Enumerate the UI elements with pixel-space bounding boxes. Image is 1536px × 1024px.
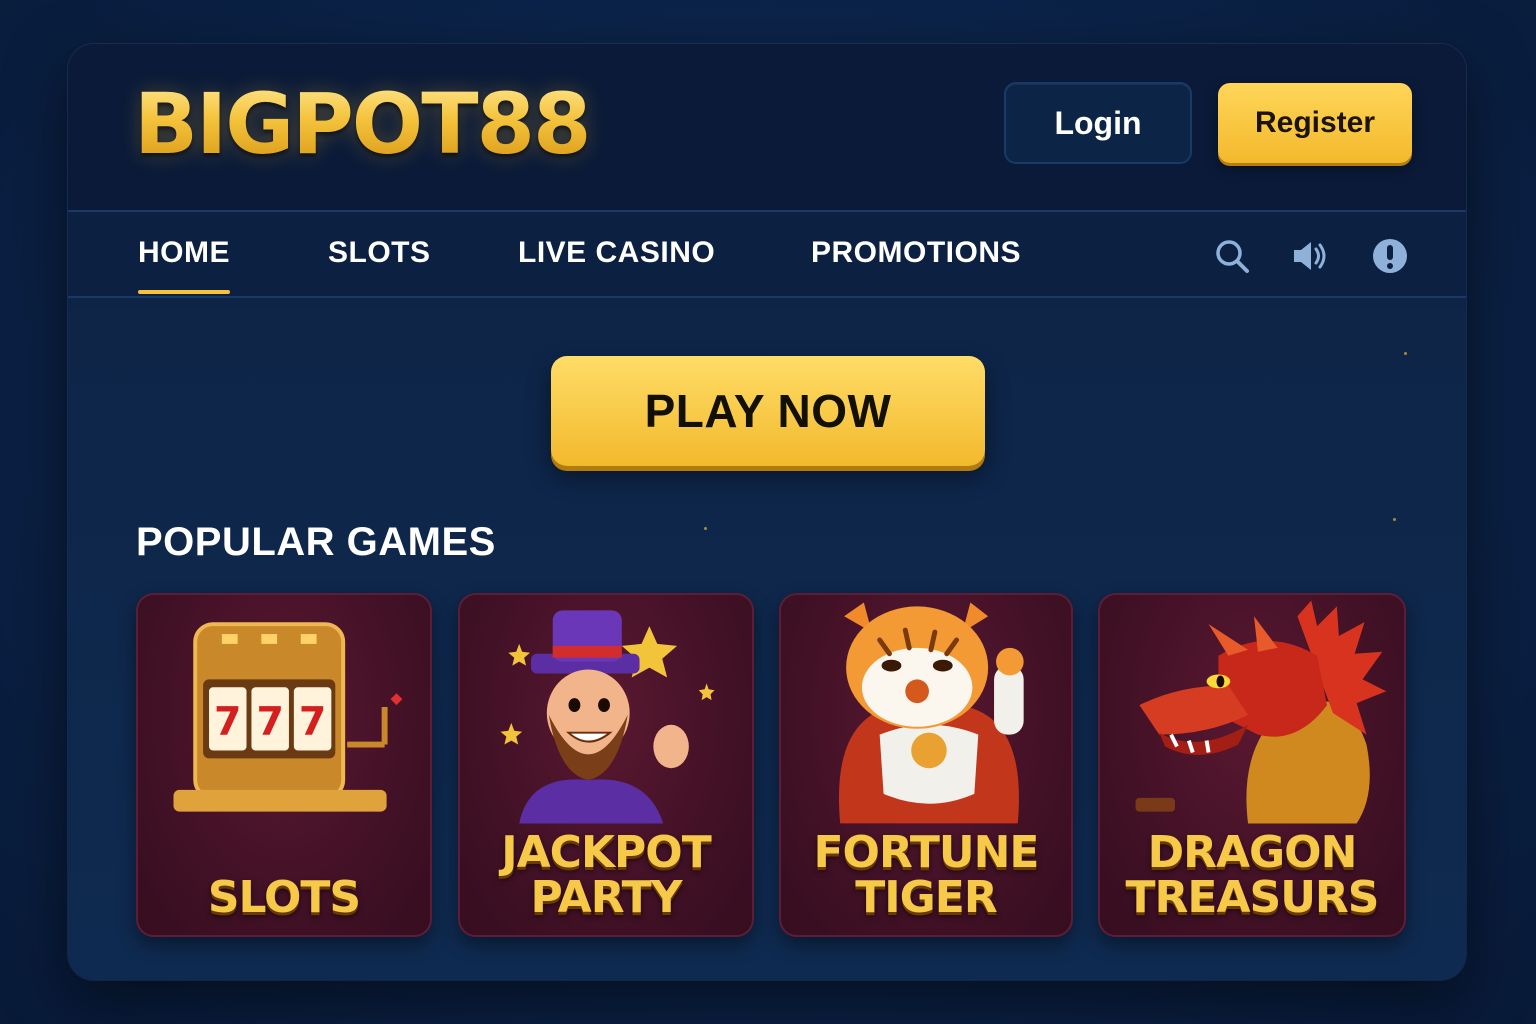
slot-machine-icon: 7 7 7 — [173, 622, 403, 812]
game-card-label: DRAGON TREASURS — [1125, 826, 1380, 924]
leprechaun-icon — [500, 610, 715, 824]
main-nav: HOME SLOTS LIVE CASINO PROMOTIONS — [68, 214, 1466, 298]
svg-text:7: 7 — [299, 699, 326, 745]
game-card-slots[interactable]: 7 7 7 SLOTS — [136, 593, 432, 937]
nav-item-promotions[interactable]: PROMOTIONS — [811, 236, 1021, 270]
nav-item-slots[interactable]: SLOTS — [328, 236, 431, 270]
site-header: BIGPOT88 Login Register — [68, 44, 1466, 212]
speaker-icon[interactable] — [1290, 236, 1330, 276]
nav-item-home[interactable]: HOME — [138, 236, 230, 294]
svg-text:7: 7 — [256, 699, 283, 745]
game-card-jackpot-party[interactable]: JACKPOT PARTY — [458, 593, 754, 937]
game-card-fortune-tiger[interactable]: FORTUNE TIGER — [779, 593, 1073, 937]
nav-item-live-casino[interactable]: LIVE CASINO — [518, 236, 715, 270]
game-card-dragon-treasurs[interactable]: DRAGON TREASURS — [1098, 593, 1406, 937]
dragon-icon — [1135, 600, 1387, 824]
game-card-label: SLOTS — [207, 872, 361, 924]
popular-games-title: POPULAR GAMES — [136, 520, 496, 564]
play-now-button[interactable]: PLAY NOW — [551, 356, 985, 466]
site-logo[interactable]: BIGPOT88 — [134, 82, 591, 166]
login-button[interactable]: Login — [1004, 82, 1192, 164]
game-card-label: JACKPOT PARTY — [501, 826, 711, 924]
app-window: BIGPOT88 Login Register HOME SLOTS LIVE … — [68, 44, 1466, 980]
register-button[interactable]: Register — [1218, 83, 1412, 163]
tiger-icon — [838, 602, 1024, 824]
search-icon[interactable] — [1212, 236, 1252, 276]
game-card-label: FORTUNE TIGER — [813, 826, 1040, 924]
info-icon[interactable] — [1370, 236, 1410, 276]
svg-text:7: 7 — [214, 699, 241, 745]
